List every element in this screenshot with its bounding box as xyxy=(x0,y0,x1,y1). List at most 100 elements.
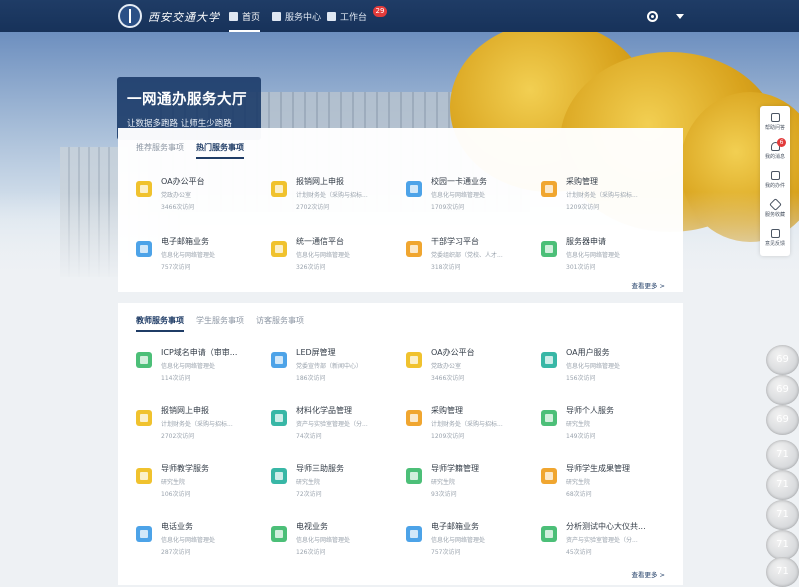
quick-panel: 帮助问答 6 我的消息 我的办件 服务收藏 意见反馈 xyxy=(760,106,790,256)
tab-recommended[interactable]: 推荐服务事项 xyxy=(136,142,184,159)
view-more-link[interactable]: 查看更多 > xyxy=(631,569,665,579)
service-name: 电话业务 xyxy=(161,522,193,531)
service-department: 信息化与网络管理处 xyxy=(161,537,216,544)
service-item[interactable]: 电视业务 信息化与网络管理处 126次访问 xyxy=(271,521,406,579)
service-item[interactable]: 电子邮箱业务 信息化与网络管理处 757次访问 xyxy=(406,521,541,579)
side-counter-circle: 71 xyxy=(766,530,799,560)
service-item[interactable]: 导师三助服务 研究生院 72次访问 xyxy=(271,463,406,521)
service-item[interactable]: 导师个人服务 研究生院 149次访问 xyxy=(541,405,676,463)
nav-home[interactable]: 首页 xyxy=(229,0,261,32)
service-department: 计划财务处（采购与招标... xyxy=(161,421,233,428)
service-text: 导师三助服务 研究生院 72次访问 xyxy=(296,463,344,498)
service-item[interactable]: 干部学习平台 党委组织部（党校、人才... 318次访问 xyxy=(406,236,541,296)
service-name: 材料化学品管理 xyxy=(296,406,352,415)
service-icon xyxy=(136,468,152,484)
service-icon xyxy=(271,468,287,484)
favorites-button[interactable]: 服务收藏 xyxy=(760,198,790,218)
settings-icon[interactable] xyxy=(647,11,658,22)
service-item[interactable]: 报销网上申报 计划财务处（采购与招标... 2702次访问 xyxy=(271,176,406,236)
service-text: 电子邮箱业务 信息化与网络管理处 757次访问 xyxy=(161,236,215,271)
service-name: 干部学习平台 xyxy=(431,237,479,246)
tab-student[interactable]: 学生服务事项 xyxy=(196,315,244,332)
service-department: 信息化与网络管理处 xyxy=(161,363,216,370)
service-name: 导师个人服务 xyxy=(566,406,614,415)
service-icon xyxy=(271,526,287,542)
help-label: 帮助问答 xyxy=(764,125,785,131)
my-items-button[interactable]: 我的办件 xyxy=(760,171,790,189)
service-visit-count: 301次访问 xyxy=(566,264,596,271)
service-item[interactable]: OA办公平台 党政办公室 3466次访问 xyxy=(406,347,541,405)
university-logo-icon[interactable] xyxy=(118,4,142,28)
service-item[interactable]: 导师学生成果管理 研究生院 68次访问 xyxy=(541,463,676,521)
service-item[interactable]: 电子邮箱业务 信息化与网络管理处 757次访问 xyxy=(136,236,271,296)
hot-services-grid: OA办公平台 党政办公室 3466次访问 报销网上申报 计划财务处（采购与招标... 27… xyxy=(136,176,676,296)
service-item[interactable]: OA办公平台 党政办公室 3466次访问 xyxy=(136,176,271,236)
service-text: 报销网上申报 计划财务处（采购与招标... 2702次访问 xyxy=(296,176,368,211)
home-icon xyxy=(229,11,238,21)
side-counter-circle: 71 xyxy=(766,500,799,530)
service-name: 服务器申请 xyxy=(566,237,606,246)
service-name: 电子邮箱业务 xyxy=(431,522,479,531)
service-visit-count: 2702次访问 xyxy=(161,433,195,440)
favorites-label: 服务收藏 xyxy=(764,212,785,218)
service-visit-count: 757次访问 xyxy=(161,264,191,271)
service-item[interactable]: 校园一卡通业务 信息化与网络管理处 1709次访问 xyxy=(406,176,541,236)
service-item[interactable]: 材料化学品管理 资产与实验室管理处（分... 74次访问 xyxy=(271,405,406,463)
nav-service-center-label: 服务中心 xyxy=(285,12,322,23)
service-item[interactable]: 导师学籍管理 研究生院 93次访问 xyxy=(406,463,541,521)
star-icon xyxy=(768,198,782,211)
tab-hot[interactable]: 热门服务事项 xyxy=(196,142,244,159)
service-icon xyxy=(271,410,287,426)
hero-title: 一网通办服务大厅 xyxy=(127,92,247,108)
service-item[interactable]: 采购管理 计划财务处（采购与招标... 1209次访问 xyxy=(541,176,676,236)
service-department: 信息化与网络管理处 xyxy=(566,252,621,259)
service-text: 采购管理 计划财务处（采购与招标... 1209次访问 xyxy=(566,176,638,211)
nav-service-center[interactable]: 服务中心 xyxy=(272,0,321,32)
service-icon xyxy=(271,352,287,368)
service-name: 报销网上申报 xyxy=(161,406,209,415)
tab-teacher[interactable]: 教师服务事项 xyxy=(136,315,184,332)
teacher-services-grid: ICP域名申请（审审... 信息化与网络管理处 114次访问 LED屏管理 党委宣传部（… xyxy=(136,347,676,579)
service-item[interactable]: 采购管理 计划财务处（采购与招标... 1209次访问 xyxy=(406,405,541,463)
service-icon xyxy=(406,410,422,426)
help-icon xyxy=(770,113,780,122)
service-visit-count: 186次访问 xyxy=(296,375,326,382)
service-department: 资产与实验室管理处（分... xyxy=(566,537,638,544)
feedback-icon xyxy=(770,229,780,238)
chevron-down-icon[interactable] xyxy=(676,14,684,19)
service-visit-count: 93次访问 xyxy=(431,491,457,498)
service-text: OA用户服务 信息化与网络管理处 156次访问 xyxy=(566,347,620,382)
service-item[interactable]: 统一通信平台 信息化与网络管理处 326次访问 xyxy=(271,236,406,296)
service-department: 党政办公室 xyxy=(431,363,462,370)
service-visit-count: 2702次访问 xyxy=(296,204,330,211)
nav-workbench[interactable]: 工作台 29 xyxy=(327,0,387,32)
service-department: 信息化与网络管理处 xyxy=(296,252,351,259)
service-department: 计划财务处（采购与招标... xyxy=(566,192,638,199)
service-visit-count: 326次访问 xyxy=(296,264,326,271)
side-counter-circle: 71 xyxy=(766,440,799,470)
service-name: OA办公平台 xyxy=(161,177,205,186)
service-icon xyxy=(406,468,422,484)
service-name: 导师学生成果管理 xyxy=(566,464,630,473)
university-name[interactable]: 西安交通大学 xyxy=(148,9,220,25)
hot-services-tabs: 推荐服务事项 热门服务事项 xyxy=(136,142,256,159)
service-icon xyxy=(136,181,152,197)
tab-visitor[interactable]: 访客服务事项 xyxy=(256,315,304,332)
service-item[interactable]: 报销网上申报计划财务处（采购与招标... 2702次访问 xyxy=(136,405,271,463)
view-more-link[interactable]: 查看更多 > xyxy=(631,280,665,290)
service-name: 采购管理 xyxy=(566,177,598,186)
messages-button[interactable]: 6 我的消息 xyxy=(760,138,790,160)
service-text: 服务器申请信息化与网络管理处 301次访问 xyxy=(566,236,620,271)
service-visit-count: 757次访问 xyxy=(431,549,461,556)
feedback-button[interactable]: 意见反馈 xyxy=(760,229,790,247)
service-item[interactable]: LED屏管理 党委宣传部（新闻中心） 186次访问 xyxy=(271,347,406,405)
service-item[interactable]: ICP域名申请（审审... 信息化与网络管理处 114次访问 xyxy=(136,347,271,405)
service-item[interactable]: 导师教学服务 研究生院 106次访问 xyxy=(136,463,271,521)
help-button[interactable]: 帮助问答 xyxy=(760,113,790,131)
service-item[interactable]: OA用户服务 信息化与网络管理处 156次访问 xyxy=(541,347,676,405)
service-text: 导师个人服务 研究生院 149次访问 xyxy=(566,405,614,440)
service-text: 报销网上申报计划财务处（采购与招标... 2702次访问 xyxy=(161,405,233,440)
service-item[interactable]: 电话业务 信息化与网络管理处 287次访问 xyxy=(136,521,271,579)
service-name: 电子邮箱业务 xyxy=(161,237,209,246)
service-name: 采购管理 xyxy=(431,406,463,415)
